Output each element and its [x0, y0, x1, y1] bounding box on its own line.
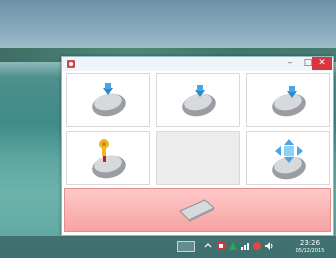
network-icon[interactable] — [228, 241, 238, 251]
mouse-app-window: – □ ✕ — [61, 56, 334, 236]
mouse-left-click-icon — [92, 83, 126, 117]
keyboard-toggle-bar[interactable] — [64, 188, 331, 232]
app-tray-icon[interactable] — [216, 241, 226, 251]
left-click-cell[interactable] — [66, 73, 150, 127]
keyboard-icon — [179, 199, 215, 222]
drag-cell[interactable] — [66, 131, 150, 185]
minimize-button[interactable]: – — [281, 57, 299, 70]
clock[interactable]: 23:26 05/12/2015 — [286, 239, 334, 255]
action-grid — [66, 73, 330, 185]
mouse-right-click-icon — [272, 86, 306, 117]
power-icon[interactable] — [252, 241, 262, 251]
middle-click-cell[interactable] — [156, 73, 240, 127]
mouse-scroll-icon — [272, 139, 306, 180]
clock-time: 23:26 — [299, 239, 321, 247]
touch-keyboard-icon[interactable] — [177, 241, 195, 252]
clock-date: 05/12/2015 — [295, 248, 325, 254]
app-icon — [67, 60, 75, 68]
mouse-middle-click-icon — [182, 85, 216, 117]
scroll-cell[interactable] — [246, 131, 330, 185]
volume-icon[interactable] — [264, 241, 274, 251]
close-button[interactable]: ✕ — [312, 57, 332, 70]
window-titlebar[interactable]: – □ ✕ — [62, 57, 333, 71]
signal-icon[interactable] — [240, 241, 250, 251]
chevron-up-icon[interactable] — [203, 241, 213, 251]
empty-cell — [156, 131, 240, 185]
right-click-cell[interactable] — [246, 73, 330, 127]
taskbar: 23:26 05/12/2015 — [0, 236, 336, 258]
mouse-drag-icon — [92, 139, 126, 179]
